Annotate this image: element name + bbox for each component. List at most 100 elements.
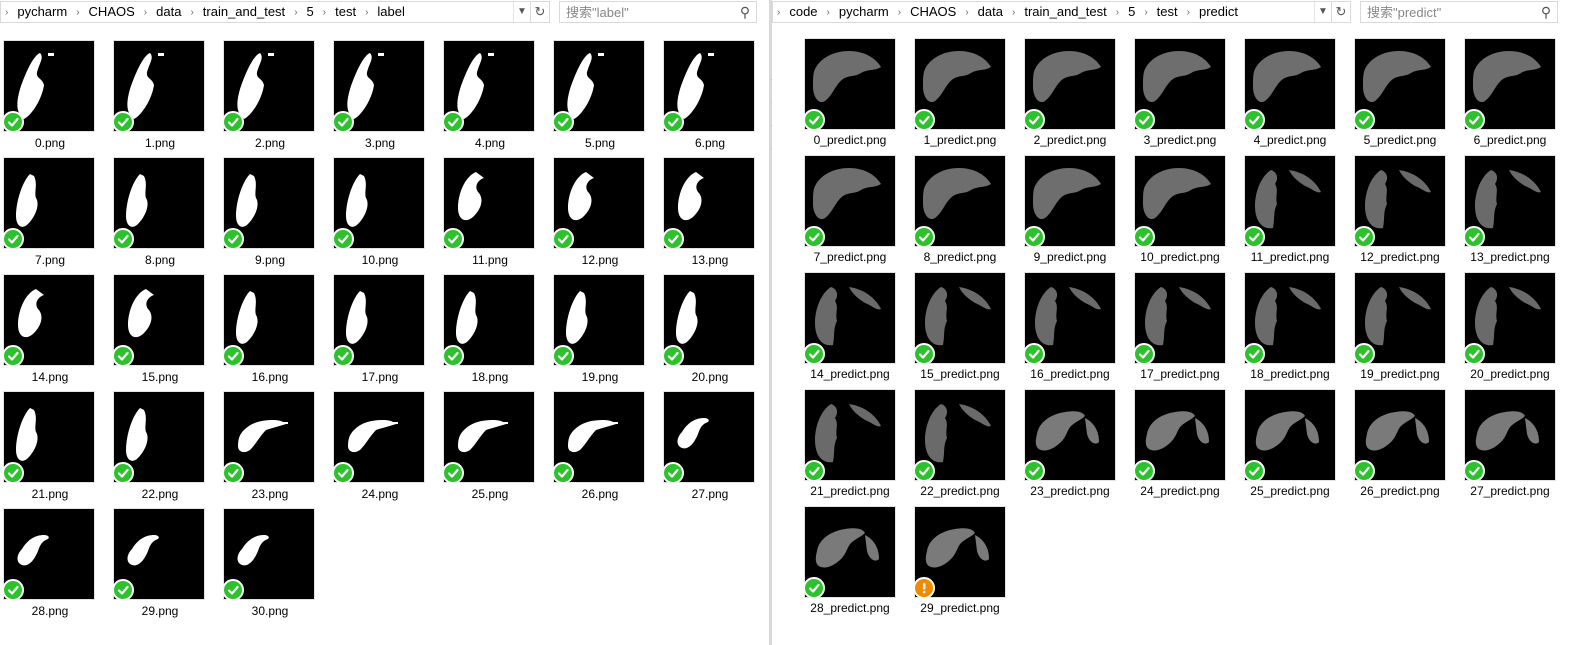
file-item[interactable]: 29_predict.png: [913, 507, 1025, 625]
chevron-right-icon[interactable]: ›: [188, 7, 195, 18]
breadcrumb-item[interactable]: code: [782, 2, 824, 22]
breadcrumb-item[interactable]: 5: [1121, 2, 1142, 22]
file-item[interactable]: 2_predict.png: [1023, 39, 1135, 157]
chevron-down-icon[interactable]: ▼: [1314, 2, 1331, 22]
chevron-right-icon[interactable]: ›: [1114, 7, 1121, 18]
file-item[interactable]: 8.png: [110, 158, 220, 276]
file-item[interactable]: 19.png: [550, 275, 660, 393]
chevron-right-icon[interactable]: ›: [142, 7, 149, 18]
file-item[interactable]: 9_predict.png: [1023, 156, 1135, 274]
file-item[interactable]: 7_predict.png: [803, 156, 915, 274]
chevron-down-icon[interactable]: ▼: [513, 2, 530, 22]
file-item[interactable]: 12_predict.png: [1353, 156, 1465, 274]
file-item[interactable]: 14_predict.png: [803, 273, 915, 391]
file-item[interactable]: 15.png: [110, 275, 220, 393]
right-address-bar[interactable]: › code › pycharm › CHAOS › data › train_and_test ›…: [772, 1, 1332, 23]
file-item[interactable]: 9.png: [220, 158, 330, 276]
file-item[interactable]: 14.png: [0, 275, 110, 393]
breadcrumb-item[interactable]: pycharm: [10, 2, 74, 22]
file-item[interactable]: 7.png: [0, 158, 110, 276]
file-item[interactable]: 29.png: [110, 509, 220, 627]
file-item[interactable]: 28.png: [0, 509, 110, 627]
file-item[interactable]: 27.png: [660, 392, 769, 510]
chevron-right-icon[interactable]: ›: [825, 7, 832, 18]
breadcrumb-item[interactable]: pycharm: [832, 2, 896, 22]
chevron-right-icon[interactable]: ›: [896, 7, 903, 18]
file-item[interactable]: 3.png: [330, 41, 440, 159]
file-item[interactable]: 5_predict.png: [1353, 39, 1465, 157]
file-item[interactable]: 24.png: [330, 392, 440, 510]
breadcrumb-item[interactable]: data: [971, 2, 1010, 22]
file-item[interactable]: 2.png: [220, 41, 330, 159]
file-item[interactable]: 25_predict.png: [1243, 390, 1355, 508]
search-icon[interactable]: ⚲: [1535, 4, 1557, 21]
right-search-box[interactable]: ⚲: [1360, 1, 1558, 23]
chevron-right-icon[interactable]: ›: [963, 7, 970, 18]
file-item[interactable]: 11.png: [440, 158, 550, 276]
chevron-right-icon[interactable]: ›: [321, 7, 328, 18]
refresh-icon[interactable]: ↻: [1331, 1, 1351, 23]
file-item[interactable]: 22_predict.png: [913, 390, 1025, 508]
breadcrumb-item[interactable]: CHAOS: [82, 2, 142, 22]
file-item[interactable]: 3_predict.png: [1133, 39, 1245, 157]
file-item[interactable]: 11_predict.png: [1243, 156, 1355, 274]
file-item[interactable]: 27_predict.png: [1463, 390, 1575, 508]
file-item[interactable]: 1.png: [110, 41, 220, 159]
breadcrumb-item[interactable]: predict: [1192, 2, 1245, 22]
file-item[interactable]: 5.png: [550, 41, 660, 159]
file-item[interactable]: 19_predict.png: [1353, 273, 1465, 391]
file-item[interactable]: 21.png: [0, 392, 110, 510]
search-icon[interactable]: ⚲: [734, 4, 756, 21]
refresh-icon[interactable]: ↻: [530, 1, 550, 23]
chevron-right-icon[interactable]: ›: [1185, 7, 1192, 18]
file-item[interactable]: 0.png: [0, 41, 110, 159]
file-item[interactable]: 26_predict.png: [1353, 390, 1465, 508]
file-item[interactable]: 22.png: [110, 392, 220, 510]
breadcrumb-item[interactable]: 5: [300, 2, 321, 22]
file-item[interactable]: 15_predict.png: [913, 273, 1025, 391]
file-item[interactable]: 24_predict.png: [1133, 390, 1245, 508]
file-item[interactable]: 10.png: [330, 158, 440, 276]
right-search-input[interactable]: [1361, 3, 1535, 21]
file-item[interactable]: 30.png: [220, 509, 330, 627]
file-item[interactable]: 6_predict.png: [1463, 39, 1575, 157]
file-item[interactable]: 16.png: [220, 275, 330, 393]
chevron-right-icon[interactable]: ›: [292, 7, 299, 18]
file-item[interactable]: 1_predict.png: [913, 39, 1025, 157]
breadcrumb-item[interactable]: train_and_test: [196, 2, 292, 22]
breadcrumb-item[interactable]: train_and_test: [1017, 2, 1113, 22]
breadcrumb-item[interactable]: test: [328, 2, 363, 22]
file-item[interactable]: 17.png: [330, 275, 440, 393]
file-item[interactable]: 13.png: [660, 158, 769, 276]
file-item[interactable]: 23.png: [220, 392, 330, 510]
breadcrumb-item[interactable]: test: [1150, 2, 1185, 22]
file-item[interactable]: 25.png: [440, 392, 550, 510]
chevron-right-icon[interactable]: ›: [775, 7, 782, 18]
chevron-right-icon[interactable]: ›: [3, 7, 10, 18]
file-item[interactable]: 28_predict.png: [803, 507, 915, 625]
file-item[interactable]: 0_predict.png: [803, 39, 915, 157]
breadcrumb-item[interactable]: data: [149, 2, 188, 22]
file-item[interactable]: 18.png: [440, 275, 550, 393]
file-item[interactable]: 13_predict.png: [1463, 156, 1575, 274]
breadcrumb-item[interactable]: CHAOS: [903, 2, 963, 22]
file-item[interactable]: 4.png: [440, 41, 550, 159]
breadcrumb-item[interactable]: label: [370, 2, 411, 22]
chevron-right-icon[interactable]: ›: [1142, 7, 1149, 18]
chevron-right-icon[interactable]: ›: [1010, 7, 1017, 18]
chevron-right-icon[interactable]: ›: [74, 7, 81, 18]
file-item[interactable]: 8_predict.png: [913, 156, 1025, 274]
file-item[interactable]: 12.png: [550, 158, 660, 276]
file-item[interactable]: 21_predict.png: [803, 390, 915, 508]
left-search-input[interactable]: [560, 3, 734, 21]
left-address-bar[interactable]: › pycharm › CHAOS › data › train_and_test › 5 › tes…: [0, 1, 531, 23]
file-item[interactable]: 23_predict.png: [1023, 390, 1135, 508]
file-item[interactable]: 6.png: [660, 41, 769, 159]
file-item[interactable]: 16_predict.png: [1023, 273, 1135, 391]
file-item[interactable]: 20_predict.png: [1463, 273, 1575, 391]
file-item[interactable]: 4_predict.png: [1243, 39, 1355, 157]
file-item[interactable]: 10_predict.png: [1133, 156, 1245, 274]
file-item[interactable]: 26.png: [550, 392, 660, 510]
file-item[interactable]: 20.png: [660, 275, 769, 393]
left-search-box[interactable]: ⚲: [559, 1, 757, 23]
